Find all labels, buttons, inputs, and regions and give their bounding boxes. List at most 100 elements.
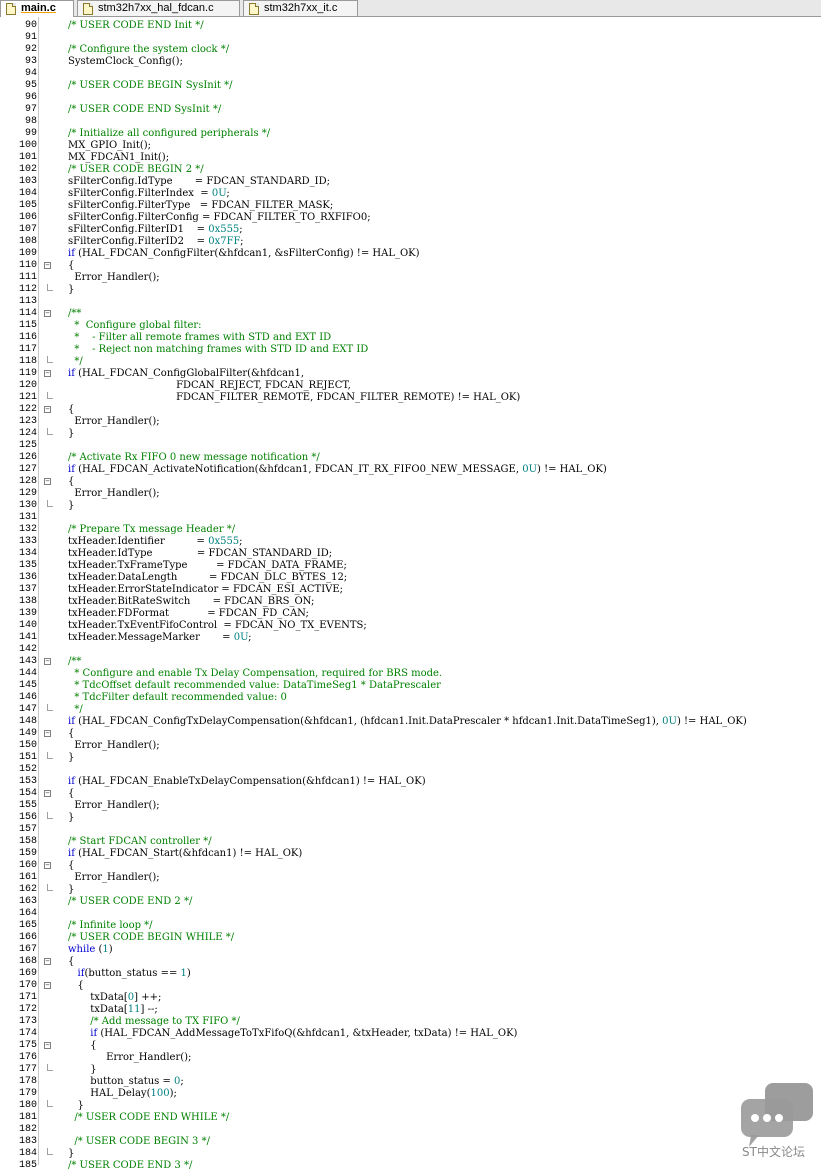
code-line[interactable]: 112} xyxy=(0,284,821,296)
code-line[interactable]: 123 Error_Handler(); xyxy=(0,416,821,428)
code-line[interactable]: 181 /* USER CODE END WHILE */ xyxy=(0,1112,821,1124)
code-line[interactable]: 91 xyxy=(0,32,821,44)
code-line[interactable]: 159 if (HAL_FDCAN_Start(&hfdcan1) != HAL_… xyxy=(0,848,821,860)
code-line[interactable]: 169 if(button_status == 1) xyxy=(0,968,821,980)
code-line[interactable]: 94 xyxy=(0,68,821,80)
fold-toggle-icon[interactable]: − xyxy=(44,310,51,317)
code-line[interactable]: 166 /* USER CODE BEGIN WHILE */ xyxy=(0,932,821,944)
tab-stm32h7xx-it-c[interactable]: stm32h7xx_it.c xyxy=(243,0,358,16)
code-line[interactable]: 167 while (1) xyxy=(0,944,821,956)
code-line[interactable]: 141 txHeader.MessageMarker = 0U; xyxy=(0,632,821,644)
fold-toggle-icon[interactable]: − xyxy=(44,790,51,797)
code-line[interactable]: 157 xyxy=(0,824,821,836)
fold-toggle-icon[interactable]: − xyxy=(44,406,51,413)
code-line[interactable]: 119− if (HAL_FDCAN_ConfigGlobalFilter(&hf… xyxy=(0,368,821,380)
code-editor[interactable]: 90 /* USER CODE END Init */ 91 92 /* Configu… xyxy=(0,17,821,1171)
tab-main-c[interactable]: main.c xyxy=(0,0,74,17)
code-line[interactable]: 107 sFilterConfig.FilterID1 = 0x555; xyxy=(0,224,821,236)
code-line[interactable]: 142 xyxy=(0,644,821,656)
code-line[interactable]: 139 txHeader.FDFormat = FDCAN_FD_CAN; xyxy=(0,608,821,620)
code-line[interactable]: 90 /* USER CODE END Init */ xyxy=(0,20,821,32)
code-line[interactable]: 126 /* Activate Rx FIFO 0 new message not… xyxy=(0,452,821,464)
code-line[interactable]: 146 * TdcFilter default recommended valu… xyxy=(0,692,821,704)
code-line[interactable]: 160− { xyxy=(0,860,821,872)
code-line[interactable]: 179 HAL_Delay(100); xyxy=(0,1088,821,1100)
code-line[interactable]: 121 FDCAN_FILTER_REMOTE, FDCAN_FILTER_RE… xyxy=(0,392,821,404)
code-line[interactable]: 102 /* USER CODE BEGIN 2 */ xyxy=(0,164,821,176)
code-line[interactable]: 132 /* Prepare Tx message Header */ xyxy=(0,524,821,536)
code-line[interactable]: 156} xyxy=(0,812,821,824)
code-line[interactable]: 183 /* USER CODE BEGIN 3 */ xyxy=(0,1136,821,1148)
code-line[interactable]: 168− { xyxy=(0,956,821,968)
code-line[interactable]: 150 Error_Handler(); xyxy=(0,740,821,752)
code-line[interactable]: 158 /* Start FDCAN controller */ xyxy=(0,836,821,848)
code-line[interactable]: 180 } xyxy=(0,1100,821,1112)
code-line[interactable]: 173 /* Add message to TX FIFO */ xyxy=(0,1016,821,1028)
fold-toggle-icon[interactable]: − xyxy=(44,862,51,869)
code-line[interactable]: 185 /* USER CODE END 3 */ xyxy=(0,1160,821,1172)
fold-toggle-icon[interactable]: − xyxy=(44,478,51,485)
code-line[interactable]: 144 * Configure and enable Tx Delay Comp… xyxy=(0,668,821,680)
code-line[interactable]: 177 } xyxy=(0,1064,821,1076)
code-line[interactable]: 145 * TdcOffset default recommended valu… xyxy=(0,680,821,692)
code-line[interactable]: 98 xyxy=(0,116,821,128)
code-line[interactable]: 161 Error_Handler(); xyxy=(0,872,821,884)
code-line[interactable]: 117 * - Reject non matching frames with … xyxy=(0,344,821,356)
code-line[interactable]: 120 FDCAN_REJECT, FDCAN_REJECT, xyxy=(0,380,821,392)
code-line[interactable]: 125 xyxy=(0,440,821,452)
code-line[interactable]: 163 /* USER CODE END 2 */ xyxy=(0,896,821,908)
code-line[interactable]: 153 if (HAL_FDCAN_EnableTxDelayCompensati… xyxy=(0,776,821,788)
code-line[interactable]: 170− { xyxy=(0,980,821,992)
code-line[interactable]: 137 txHeader.ErrorStateIndicator = FDCAN_… xyxy=(0,584,821,596)
code-line[interactable]: 149− { xyxy=(0,728,821,740)
tab-stm32h7xx-hal-fdcan-c[interactable]: stm32h7xx_hal_fdcan.c xyxy=(77,0,240,16)
code-line[interactable]: 182 xyxy=(0,1124,821,1136)
code-line[interactable]: 135 txHeader.TxFrameType = FDCAN_DATA_FRA… xyxy=(0,560,821,572)
code-line[interactable]: 172 txData[11] --; xyxy=(0,1004,821,1016)
code-line[interactable]: 110− { xyxy=(0,260,821,272)
code-line[interactable]: 147 */ xyxy=(0,704,821,716)
code-line[interactable]: 109 if (HAL_FDCAN_ConfigFilter(&hfdcan1, … xyxy=(0,248,821,260)
code-line[interactable]: 105 sFilterConfig.FilterType = FDCAN_FILT… xyxy=(0,200,821,212)
code-line[interactable]: 138 txHeader.BitRateSwitch = FDCAN_BRS_ON… xyxy=(0,596,821,608)
code-line[interactable]: 100 MX_GPIO_Init(); xyxy=(0,140,821,152)
fold-toggle-icon[interactable]: − xyxy=(44,1042,51,1049)
code-line[interactable]: 152 xyxy=(0,764,821,776)
fold-toggle-icon[interactable]: − xyxy=(44,658,51,665)
code-line[interactable]: 184} xyxy=(0,1148,821,1160)
code-line[interactable]: 143− /** xyxy=(0,656,821,668)
code-line[interactable]: 101 MX_FDCAN1_Init(); xyxy=(0,152,821,164)
code-line[interactable]: 155 Error_Handler(); xyxy=(0,800,821,812)
code-line[interactable]: 176 Error_Handler(); xyxy=(0,1052,821,1064)
code-line[interactable]: 99 /* Initialize all configured periphera… xyxy=(0,128,821,140)
code-line[interactable]: 108 sFilterConfig.FilterID2 = 0x7FF; xyxy=(0,236,821,248)
code-line[interactable]: 130} xyxy=(0,500,821,512)
code-line[interactable]: 174 if (HAL_FDCAN_AddMessageToTxFifoQ(&h… xyxy=(0,1028,821,1040)
code-line[interactable]: 111 Error_Handler(); xyxy=(0,272,821,284)
code-line[interactable]: 114− /** xyxy=(0,308,821,320)
fold-toggle-icon[interactable]: − xyxy=(44,958,51,965)
code-line[interactable]: 162} xyxy=(0,884,821,896)
code-line[interactable]: 131 xyxy=(0,512,821,524)
code-line[interactable]: 148 if (HAL_FDCAN_ConfigTxDelayCompensati… xyxy=(0,716,821,728)
code-line[interactable]: 178 button_status = 0; xyxy=(0,1076,821,1088)
code-line[interactable]: 154− { xyxy=(0,788,821,800)
code-line[interactable]: 151} xyxy=(0,752,821,764)
code-line[interactable]: 175− { xyxy=(0,1040,821,1052)
code-line[interactable]: 104 sFilterConfig.FilterIndex = 0U; xyxy=(0,188,821,200)
code-line[interactable]: 95 /* USER CODE BEGIN SysInit */ xyxy=(0,80,821,92)
code-line[interactable]: 96 xyxy=(0,92,821,104)
code-line[interactable]: 93 SystemClock_Config(); xyxy=(0,56,821,68)
code-line[interactable]: 165 /* Infinite loop */ xyxy=(0,920,821,932)
code-line[interactable]: 113 xyxy=(0,296,821,308)
code-line[interactable]: 124} xyxy=(0,428,821,440)
code-line[interactable]: 129 Error_Handler(); xyxy=(0,488,821,500)
code-line[interactable]: 127 if (HAL_FDCAN_ActivateNotification(&h… xyxy=(0,464,821,476)
code-line[interactable]: 118 */ xyxy=(0,356,821,368)
code-line[interactable]: 115 * Configure global filter: xyxy=(0,320,821,332)
code-line[interactable]: 134 txHeader.IdType = FDCAN_STANDARD_ID; xyxy=(0,548,821,560)
code-line[interactable]: 97 /* USER CODE END SysInit */ xyxy=(0,104,821,116)
fold-toggle-icon[interactable]: − xyxy=(44,730,51,737)
fold-toggle-icon[interactable]: − xyxy=(44,370,51,377)
code-line[interactable]: 136 txHeader.DataLength = FDCAN_DLC_BYTES… xyxy=(0,572,821,584)
